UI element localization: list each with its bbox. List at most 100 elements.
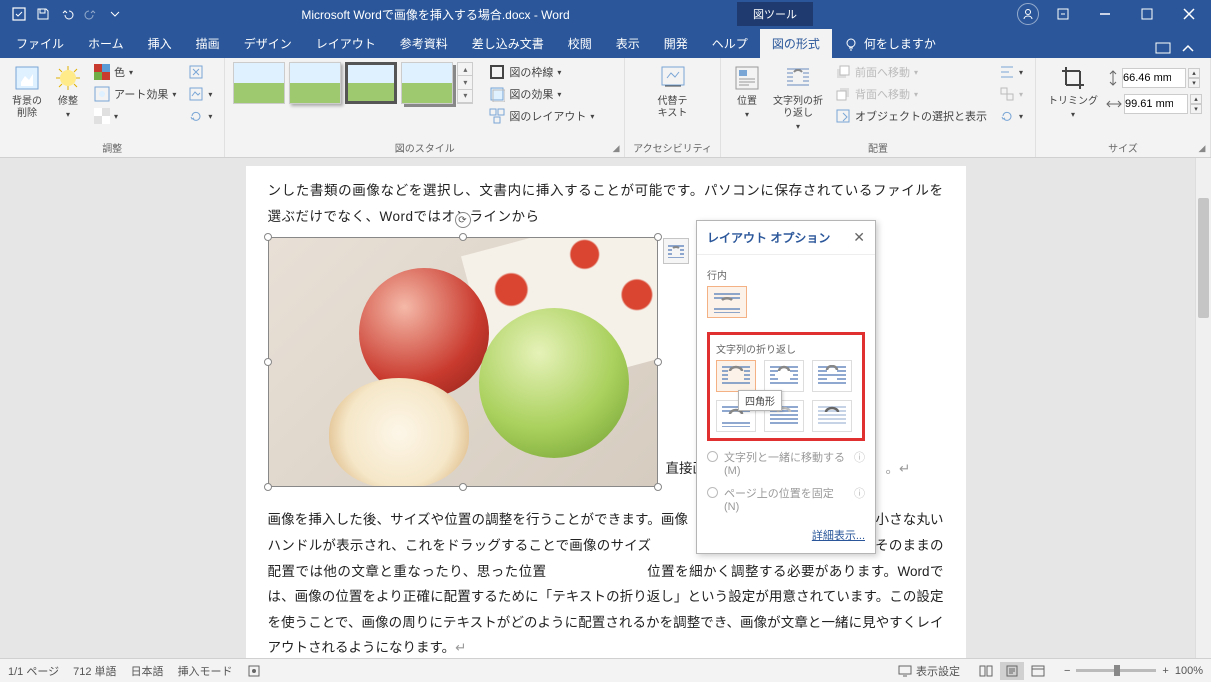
resize-handle[interactable] [654, 358, 662, 366]
corrections-button[interactable]: 修整▾ [50, 62, 86, 122]
close-icon[interactable]: ✕ [853, 229, 865, 246]
ribbon-tabs: ファイル ホーム 挿入 描画 デザイン レイアウト 参考資料 差し込み文書 校閲… [0, 28, 1211, 58]
resize-handle[interactable] [654, 233, 662, 241]
tab-design[interactable]: デザイン [232, 29, 304, 58]
word-count[interactable]: 712 単語 [73, 663, 116, 679]
detail-link[interactable]: 詳細表示... [812, 530, 865, 542]
info-icon[interactable]: ⓘ [854, 485, 865, 501]
maximize-button[interactable] [1129, 0, 1165, 28]
minimize-button[interactable] [1087, 0, 1123, 28]
qat-customize-icon[interactable] [104, 3, 126, 25]
height-input[interactable]: ▴▾ [1106, 68, 1202, 88]
tab-layout[interactable]: レイアウト [304, 29, 388, 58]
alt-text-button[interactable]: 代替テ キスト [654, 62, 692, 122]
zoom-slider[interactable] [1076, 669, 1156, 672]
display-settings[interactable]: 表示設定 [898, 663, 960, 679]
wrap-through-option[interactable] [812, 360, 852, 392]
web-layout-button[interactable] [1026, 662, 1050, 680]
fix-position-radio[interactable]: ページ上の位置を固定(N)ⓘ [707, 481, 865, 517]
autosave-icon[interactable] [8, 3, 30, 25]
tab-references[interactable]: 参考資料 [388, 29, 460, 58]
redo-icon[interactable] [80, 3, 102, 25]
wrap-square-option[interactable] [716, 360, 756, 392]
share-icon[interactable] [1155, 40, 1173, 58]
reset-picture-button[interactable]: ▾ [184, 106, 216, 126]
save-icon[interactable] [32, 3, 54, 25]
group-arrange: 位置▾ 文字列の折 り返し▾ 前面へ移動▾ 背面へ移動▾ オブジェクトの選択と表… [721, 58, 1036, 157]
tab-mailings[interactable]: 差し込み文書 [460, 29, 556, 58]
style-thumb[interactable] [233, 62, 285, 104]
read-mode-button[interactable] [974, 662, 998, 680]
transparency-button[interactable]: ▾ [90, 106, 180, 126]
group-button[interactable]: ▾ [995, 84, 1027, 104]
picture-effects-button[interactable]: 図の効果▾ [485, 84, 598, 104]
position-button[interactable]: 位置▾ [729, 62, 765, 122]
tab-developer[interactable]: 開発 [652, 29, 700, 58]
wrap-inline-option[interactable] [707, 286, 747, 318]
picture-styles-gallery[interactable]: ▴▾▾ [233, 62, 473, 104]
send-backward-button[interactable]: 背面へ移動▾ [831, 84, 991, 104]
zoom-control[interactable]: − + 100% [1064, 665, 1203, 677]
language[interactable]: 日本語 [131, 663, 164, 679]
picture-layout-button[interactable]: 図のレイアウト▾ [485, 106, 598, 126]
tab-draw[interactable]: 描画 [184, 29, 232, 58]
tab-help[interactable]: ヘルプ [700, 29, 760, 58]
macro-icon[interactable] [247, 664, 261, 678]
tell-me-label: 何をしますか [864, 35, 936, 52]
account-icon[interactable] [1017, 3, 1039, 25]
page-count[interactable]: 1/1 ページ [8, 663, 59, 679]
tab-home[interactable]: ホーム [76, 29, 136, 58]
insert-mode[interactable]: 挿入モード [178, 663, 233, 679]
collapse-ribbon-icon[interactable] [1181, 42, 1195, 56]
vertical-scrollbar[interactable] [1195, 158, 1211, 658]
square-tooltip: 四角形 [738, 390, 782, 411]
resize-handle[interactable] [264, 358, 272, 366]
resize-handle[interactable] [459, 233, 467, 241]
wrap-tight-option[interactable] [764, 360, 804, 392]
artistic-effects-button[interactable]: アート効果▾ [90, 84, 180, 104]
undo-icon[interactable] [56, 3, 78, 25]
move-with-text-radio[interactable]: 文字列と一緒に移動する(M)ⓘ [707, 445, 865, 481]
zoom-percent[interactable]: 100% [1175, 665, 1203, 677]
zoom-out-button[interactable]: − [1064, 665, 1070, 677]
compress-pictures-button[interactable] [184, 62, 216, 82]
tell-me[interactable]: 何をしますか [832, 29, 948, 58]
color-button[interactable]: 色▾ [90, 62, 180, 82]
tab-review[interactable]: 校閲 [556, 29, 604, 58]
style-thumb[interactable] [345, 62, 397, 104]
tab-picture-format[interactable]: 図の形式 [760, 29, 832, 58]
height-icon [1106, 70, 1120, 86]
selected-image[interactable]: ⟳ [268, 237, 658, 487]
selection-pane-button[interactable]: オブジェクトの選択と表示 [831, 106, 991, 126]
change-picture-button[interactable]: ▾ [184, 84, 216, 104]
ribbon-options-icon[interactable] [1045, 0, 1081, 28]
info-icon[interactable]: ⓘ [854, 449, 865, 465]
rotate-button[interactable]: ▾ [995, 106, 1027, 126]
print-layout-button[interactable] [1000, 662, 1024, 680]
style-thumb[interactable] [401, 62, 453, 104]
picture-border-button[interactable]: 図の枠線▾ [485, 62, 598, 82]
dialog-launcher-icon[interactable]: ◢ [1196, 142, 1208, 154]
tab-file[interactable]: ファイル [4, 29, 76, 58]
bring-forward-button[interactable]: 前面へ移動▾ [831, 62, 991, 82]
align-button[interactable]: ▾ [995, 62, 1027, 82]
resize-handle[interactable] [264, 233, 272, 241]
layout-options-button[interactable] [663, 238, 689, 264]
image-content [269, 238, 657, 486]
remove-background-button[interactable]: 背景の 削除 [8, 62, 46, 122]
wrap-text-button[interactable]: 文字列の折 り返し▾ [769, 62, 827, 134]
resize-handle[interactable] [459, 483, 467, 491]
resize-handle[interactable] [264, 483, 272, 491]
crop-button[interactable]: トリミング▾ [1044, 62, 1102, 122]
rotate-handle[interactable]: ⟳ [455, 212, 471, 228]
gallery-scroll[interactable]: ▴▾▾ [457, 62, 473, 104]
zoom-in-button[interactable]: + [1162, 665, 1168, 677]
tab-insert[interactable]: 挿入 [136, 29, 184, 58]
wrap-front-option[interactable] [812, 400, 852, 432]
width-input[interactable]: ▴▾ [1106, 94, 1202, 114]
close-button[interactable] [1171, 0, 1207, 28]
resize-handle[interactable] [654, 483, 662, 491]
dialog-launcher-icon[interactable]: ◢ [610, 142, 622, 154]
tab-view[interactable]: 表示 [604, 29, 652, 58]
style-thumb[interactable] [289, 62, 341, 104]
